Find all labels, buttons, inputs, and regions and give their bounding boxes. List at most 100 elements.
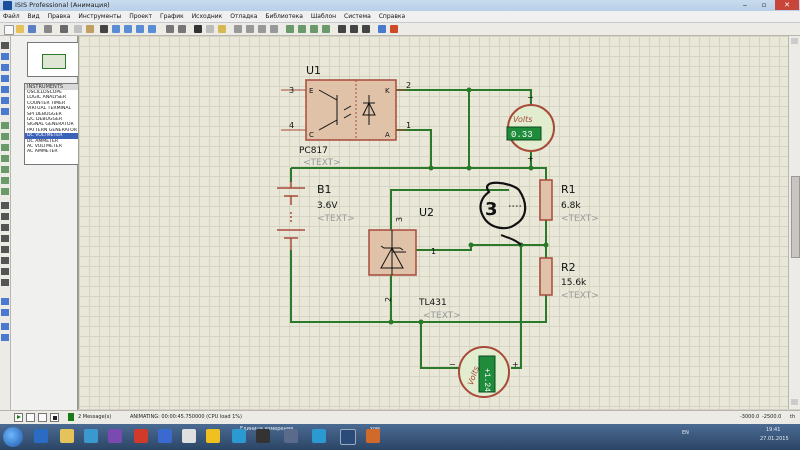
- new-sheet-icon[interactable]: [378, 25, 386, 33]
- close-button[interactable]: ✕: [775, 0, 799, 10]
- block-copy-icon[interactable]: [234, 25, 242, 33]
- menu-system[interactable]: Система: [341, 11, 374, 22]
- stop-button[interactable]: [50, 413, 59, 422]
- grid-icon[interactable]: [74, 25, 82, 33]
- arc-mode-icon[interactable]: [1, 235, 9, 242]
- zoom-out-icon[interactable]: [124, 25, 132, 33]
- yandex-icon[interactable]: [206, 429, 220, 443]
- subcircuit-mode-icon[interactable]: [1, 108, 9, 115]
- step-button[interactable]: [26, 413, 35, 422]
- explorer-icon[interactable]: [60, 429, 74, 443]
- scroll-up-icon[interactable]: [791, 38, 798, 44]
- visual-studio-icon[interactable]: [108, 429, 122, 443]
- overview-viewport[interactable]: [42, 54, 66, 69]
- search-tag-icon[interactable]: [350, 25, 358, 33]
- wire-vm2-plus[interactable]: [511, 245, 522, 369]
- terminals-mode-icon[interactable]: [1, 122, 9, 129]
- decompose-icon[interactable]: [322, 25, 330, 33]
- origin-icon[interactable]: [86, 25, 94, 33]
- mirror-x-icon[interactable]: [1, 323, 9, 330]
- device-list[interactable]: INSTRUMENTS OSCILLOSCOPE LOGIC ANALYSER …: [24, 83, 86, 165]
- battery-b1[interactable]: B1 3.6V <TEXT>: [277, 182, 355, 250]
- symbol-mode-icon[interactable]: [1, 268, 9, 275]
- resistor-r1[interactable]: R1 6.8k <TEXT>: [539, 179, 599, 224]
- isis-taskbar-icon[interactable]: [340, 429, 356, 445]
- app-64-icon[interactable]: [284, 429, 298, 443]
- box-mode-icon[interactable]: [1, 213, 9, 220]
- app-orange-icon[interactable]: [366, 429, 380, 443]
- device-pins-mode-icon[interactable]: [1, 133, 9, 140]
- mirror-y-icon[interactable]: [1, 334, 9, 341]
- messages-icon[interactable]: [68, 413, 74, 421]
- cut-icon[interactable]: [194, 25, 202, 33]
- pause-button[interactable]: [38, 413, 47, 422]
- scroll-thumb[interactable]: [791, 176, 800, 258]
- rotate-ccw-icon[interactable]: [1, 309, 9, 316]
- ie-icon[interactable]: [34, 429, 48, 443]
- circle-mode-icon[interactable]: [1, 224, 9, 231]
- maximize-button[interactable]: ▫: [755, 0, 773, 10]
- property-tool-icon[interactable]: [362, 25, 370, 33]
- zoom-all-icon[interactable]: [136, 25, 144, 33]
- open-folder-icon[interactable]: [16, 25, 24, 33]
- network-icon[interactable]: [256, 429, 270, 443]
- opera-icon[interactable]: [134, 429, 148, 443]
- refresh-icon[interactable]: [60, 25, 68, 33]
- start-button[interactable]: [3, 427, 23, 447]
- selection-mode-icon[interactable]: [1, 42, 9, 49]
- component-mode-icon[interactable]: [1, 53, 9, 60]
- wire-bottom-rail[interactable]: [290, 250, 547, 323]
- menu-view[interactable]: Вид: [25, 11, 43, 22]
- path-mode-icon[interactable]: [1, 246, 9, 253]
- menu-debug[interactable]: Отладка: [227, 11, 260, 22]
- menu-design[interactable]: Проект: [126, 11, 155, 22]
- resistor-r2[interactable]: R2 15.6k <TEXT>: [539, 257, 599, 301]
- text-mode-icon[interactable]: [1, 257, 9, 264]
- pick-device-icon[interactable]: [286, 25, 294, 33]
- zoom-area-icon[interactable]: [148, 25, 156, 33]
- chrome-icon[interactable]: [182, 429, 196, 443]
- paste-icon[interactable]: [218, 25, 226, 33]
- word-icon[interactable]: [158, 429, 172, 443]
- copy-icon[interactable]: [206, 25, 214, 33]
- marker-mode-icon[interactable]: [1, 279, 9, 286]
- wire-label-mode-icon[interactable]: [1, 75, 9, 82]
- wire-u1-k-to-vm-minus[interactable]: [396, 89, 532, 107]
- menu-source[interactable]: Исходник: [189, 11, 226, 22]
- zoom-in-icon[interactable]: [112, 25, 120, 33]
- make-device-icon[interactable]: [298, 25, 306, 33]
- clock-date[interactable]: 27.01.2015: [760, 436, 789, 442]
- remove-sheet-icon[interactable]: [390, 25, 398, 33]
- graph-mode-icon[interactable]: [1, 144, 9, 151]
- save-icon[interactable]: [28, 25, 36, 33]
- menu-edit[interactable]: Правка: [45, 11, 74, 22]
- tape-recorder-mode-icon[interactable]: [1, 155, 9, 162]
- overview-window[interactable]: [27, 42, 81, 77]
- language-indicator[interactable]: EN: [682, 430, 689, 436]
- undo-icon[interactable]: [166, 25, 174, 33]
- shunt-regulator-u2[interactable]: U2 3 1 2 TL431 <TEXT>: [368, 206, 461, 321]
- play-button[interactable]: [14, 413, 23, 422]
- print-icon[interactable]: [44, 25, 52, 33]
- minimize-button[interactable]: ‒: [736, 0, 754, 10]
- text-script-mode-icon[interactable]: [1, 86, 9, 93]
- pan-icon[interactable]: [100, 25, 108, 33]
- mail-icon[interactable]: [84, 429, 98, 443]
- wire-autorouter-icon[interactable]: [338, 25, 346, 33]
- skype-2-icon[interactable]: [312, 429, 326, 443]
- voltmeter-bottom[interactable]: Volts +1.24 − +: [449, 346, 519, 398]
- menu-graph[interactable]: График: [157, 11, 187, 22]
- vertical-scrollbar[interactable]: [788, 36, 800, 409]
- package-tool-icon[interactable]: [310, 25, 318, 33]
- generator-mode-icon[interactable]: [1, 166, 9, 173]
- clock-time[interactable]: 19:41: [766, 427, 780, 433]
- device-item-ac-ammeter[interactable]: AC AMMETER: [25, 149, 85, 154]
- messages-count[interactable]: 2 Message(s): [78, 414, 111, 420]
- block-move-icon[interactable]: [246, 25, 254, 33]
- voltage-probe-mode-icon[interactable]: [1, 177, 9, 184]
- buses-mode-icon[interactable]: [1, 97, 9, 104]
- rotate-cw-icon[interactable]: [1, 298, 9, 305]
- junction-mode-icon[interactable]: [1, 64, 9, 71]
- skype-icon[interactable]: [232, 429, 246, 443]
- schematic-canvas[interactable]: U1 3 4 2 1 E C K A PC817 <TEXT> B1 3.6V …: [78, 36, 789, 409]
